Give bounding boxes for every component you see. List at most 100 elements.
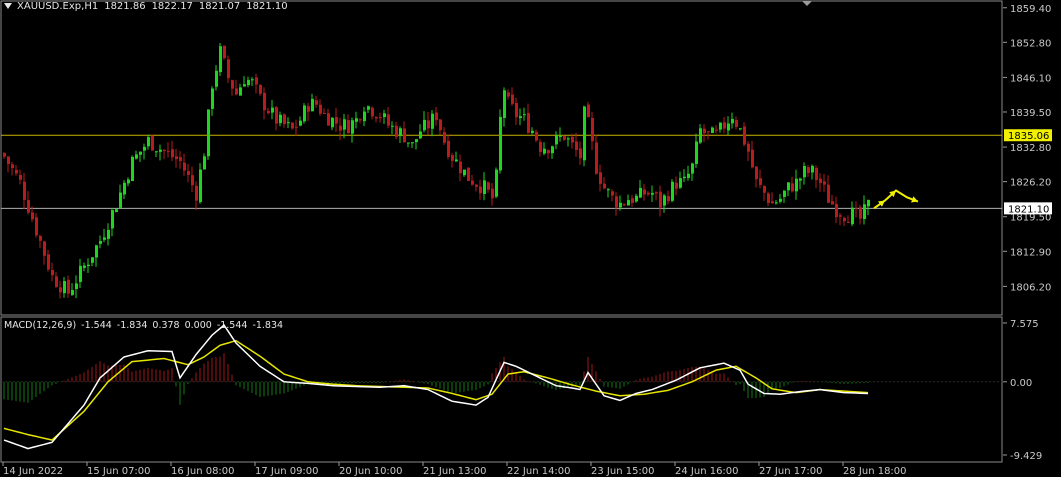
macd-axis-label: 7.575 xyxy=(1010,319,1039,330)
bull-candle xyxy=(863,204,866,220)
bear-candle xyxy=(759,178,762,185)
bull-candle xyxy=(399,128,402,137)
bear-candle xyxy=(815,167,818,180)
bear-candle xyxy=(191,175,194,186)
time-axis-label: 28 Jun 18:00 xyxy=(843,466,907,477)
forecast-path[interactable] xyxy=(873,189,919,210)
price-tag-label: 1821.10 xyxy=(1008,204,1049,215)
bear-candle xyxy=(771,201,774,204)
bear-candle xyxy=(439,119,442,131)
bull-candle xyxy=(423,119,426,131)
bear-candle xyxy=(835,203,838,218)
scroll-marker-icon[interactable] xyxy=(802,1,812,6)
bear-candle xyxy=(475,184,478,187)
bear-candle xyxy=(27,200,30,213)
bear-candle xyxy=(223,45,226,59)
bear-candle xyxy=(167,150,170,152)
bull-candle xyxy=(115,209,118,213)
bull-candle xyxy=(131,156,134,182)
bear-candle xyxy=(347,120,350,134)
bull-candle xyxy=(683,176,686,179)
bear-candle xyxy=(471,180,474,185)
bear-candle xyxy=(231,80,234,89)
bear-candle xyxy=(611,191,614,196)
bear-candle xyxy=(427,120,430,129)
bear-candle xyxy=(591,118,594,142)
bear-candle xyxy=(839,215,842,217)
bear-candle xyxy=(319,104,322,114)
time-axis-label: 15 Jun 07:00 xyxy=(87,466,151,477)
bear-candle xyxy=(707,131,710,133)
bear-candle xyxy=(763,186,766,193)
bull-candle xyxy=(519,116,522,119)
bull-candle xyxy=(355,118,358,122)
bull-candle xyxy=(635,195,638,202)
bear-candle xyxy=(819,178,822,184)
price-axis-label: 1826.20 xyxy=(1010,178,1051,189)
time-axis-label: 22 Jun 14:00 xyxy=(507,466,571,477)
bull-candle xyxy=(787,182,790,191)
bull-candle xyxy=(555,135,558,145)
bear-candle xyxy=(587,104,590,118)
bear-candle xyxy=(675,182,678,189)
bull-candle xyxy=(299,120,302,126)
bull-candle xyxy=(219,46,222,73)
bull-candle xyxy=(367,106,370,110)
bear-candle xyxy=(59,287,62,293)
time-axis-label: 20 Jun 10:00 xyxy=(339,466,403,477)
bull-candle xyxy=(351,120,354,134)
bear-candle xyxy=(55,276,58,287)
bull-candle xyxy=(455,159,458,162)
bull-candle xyxy=(711,127,714,133)
bear-candle xyxy=(187,171,190,175)
bull-candle xyxy=(247,79,250,86)
bull-candle xyxy=(803,165,806,178)
bear-candle xyxy=(255,77,258,85)
bear-candle xyxy=(843,217,846,222)
bear-candle xyxy=(327,113,330,126)
bull-candle xyxy=(211,88,214,109)
bull-candle xyxy=(99,241,102,244)
bull-candle xyxy=(199,169,202,203)
bull-candle xyxy=(775,202,778,204)
bull-candle xyxy=(663,195,666,206)
bull-candle xyxy=(343,119,346,130)
bull-candle xyxy=(483,180,486,195)
bull-candle xyxy=(559,135,562,137)
bull-candle xyxy=(383,113,386,118)
bear-candle xyxy=(823,181,826,185)
time-axis-label: 14 Jun 2022 xyxy=(3,466,63,477)
bear-candle xyxy=(443,132,446,143)
bear-candle xyxy=(479,186,482,194)
bear-candle xyxy=(259,84,262,94)
bear-candle xyxy=(7,156,10,164)
bear-candle xyxy=(283,114,286,125)
bear-candle xyxy=(47,254,50,270)
bull-candle xyxy=(135,154,138,159)
bear-candle xyxy=(451,155,454,161)
bear-candle xyxy=(395,125,398,137)
bull-candle xyxy=(63,281,66,294)
bull-candle xyxy=(583,106,586,161)
bear-candle xyxy=(595,142,598,174)
bear-candle xyxy=(335,117,338,124)
bull-candle xyxy=(271,107,274,113)
bear-candle xyxy=(507,92,510,97)
bull-candle xyxy=(95,245,98,258)
bull-candle xyxy=(87,264,90,267)
bull-candle xyxy=(679,178,682,188)
bull-candle xyxy=(671,181,674,201)
price-axis-label: 1852.80 xyxy=(1010,38,1051,49)
bear-candle xyxy=(755,166,758,180)
bear-candle xyxy=(263,92,266,111)
bull-candle xyxy=(91,257,94,263)
price-chart[interactable]: 1859.40 1852.80 1846.10 1839.50 1832.80 1826.… xyxy=(0,0,1061,477)
time-axis-label: 21 Jun 13:00 xyxy=(423,466,487,477)
bull-candle xyxy=(415,139,418,143)
bear-candle xyxy=(195,185,198,201)
bear-candle xyxy=(379,117,382,119)
bear-candle xyxy=(35,217,38,236)
bear-candle xyxy=(647,192,650,195)
bull-candle xyxy=(543,148,546,154)
bull-candle xyxy=(463,169,466,176)
